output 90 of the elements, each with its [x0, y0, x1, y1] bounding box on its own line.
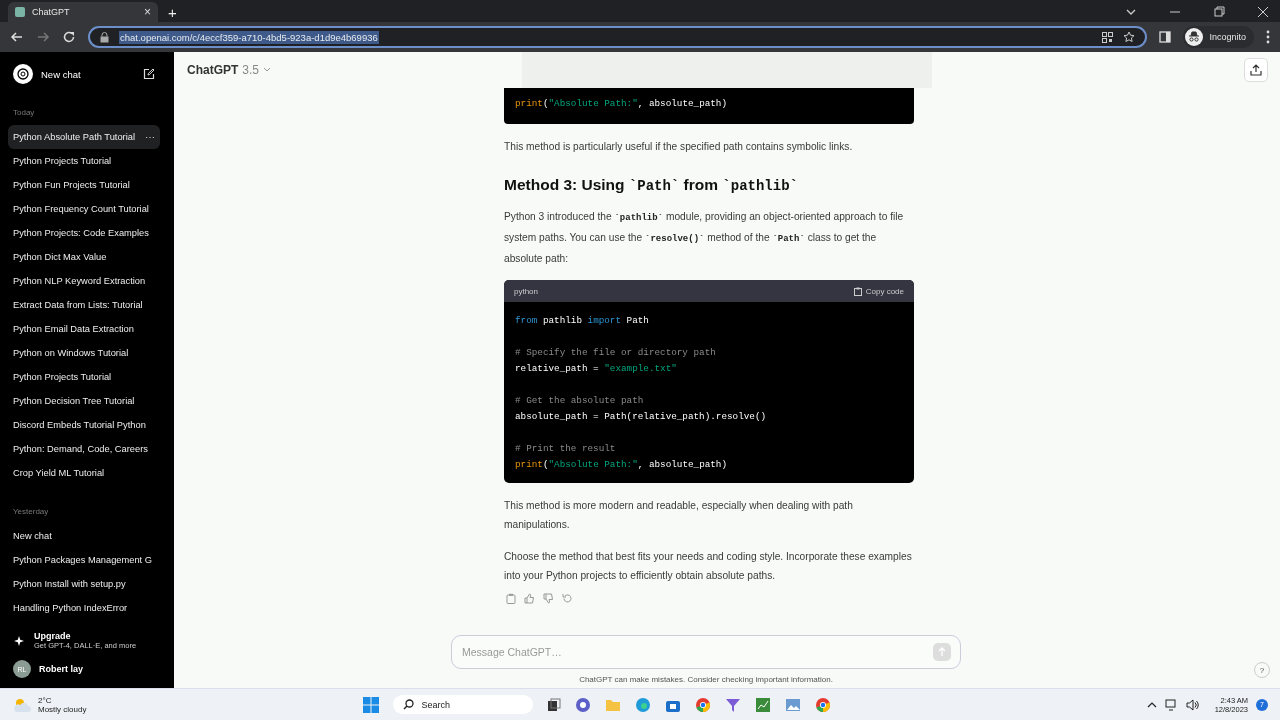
chat-history-item[interactable]: Python Email Data Extraction [8, 317, 160, 341]
incognito-icon [1185, 28, 1204, 46]
chat-history-item[interactable]: Python NLP Keyword Extraction [8, 269, 160, 293]
chat-logo-icon [13, 64, 33, 84]
chart-app-icon[interactable] [754, 696, 771, 713]
chat-history-item[interactable]: Python Packages Management G [8, 548, 160, 572]
new-tab-button[interactable]: + [168, 4, 177, 22]
incognito-profile-button[interactable]: Incognito [1183, 26, 1254, 48]
close-icon[interactable] [1257, 6, 1269, 18]
temperature: 2°C [38, 695, 53, 705]
browser-app-icon[interactable] [634, 696, 651, 713]
paragraph: This method is particularly useful if the specified path contains symbolic links. [504, 140, 854, 154]
sparkle-icon [14, 635, 24, 646]
copy-code-button[interactable]: Copy code [853, 286, 904, 296]
close-tab-button[interactable]: × [144, 6, 151, 18]
code-line: # Get the absolute path [515, 394, 645, 408]
chrome-app-icon[interactable] [814, 696, 831, 713]
chat-history-item[interactable]: Python Dict Max Value [8, 245, 160, 269]
code-line: relative_path = "example.txt" [515, 362, 678, 376]
section-heading: Method 3: Using `Path` from `pathlib` [504, 176, 799, 194]
speaker-icon[interactable] [1185, 698, 1199, 711]
chrome-app-icon[interactable] [694, 696, 711, 713]
share-button[interactable] [1244, 58, 1268, 82]
image-app-icon[interactable] [784, 696, 801, 713]
chat-history-item[interactable]: Python Projects: Code Examples [8, 221, 160, 245]
chat-app-icon[interactable] [574, 696, 591, 713]
paragraph: Choose the method that best fits your needs and coding style. Incorporate these examples into your Python projects to efficiently obtain absolute paths. [504, 550, 913, 583]
qr-code-icon[interactable] [1102, 31, 1114, 43]
weather-description: Mostly cloudy [38, 704, 87, 714]
address-bar[interactable]: chat.openai.com/c/4eccf359-a710-4bd5-923a-d1d9e4b69936 [88, 26, 1148, 48]
chevron-down-icon [263, 67, 272, 73]
search-icon [402, 699, 414, 710]
network-icon[interactable] [1164, 698, 1178, 711]
user-name: Robert lay [39, 664, 83, 674]
group-label: Today [12, 107, 36, 119]
restore-icon[interactable] [1213, 6, 1225, 18]
task-view-icon[interactable] [546, 697, 561, 712]
chat-history-item[interactable]: Discord Embeds Tutorial Python [8, 413, 160, 437]
group-label: Yesterday [12, 506, 50, 518]
code-language: python [514, 286, 540, 296]
chevron-up-icon[interactable] [1146, 700, 1157, 709]
lock-icon [100, 31, 109, 43]
chat-history-item[interactable]: Python Projects Tutorial [8, 149, 160, 173]
chat-history-item[interactable]: Python Decision Tree Tutorial [8, 389, 160, 413]
start-icon[interactable] [362, 696, 379, 713]
new-chat-button[interactable]: New chat [8, 60, 160, 88]
side-panel-icon[interactable] [1159, 31, 1172, 43]
model-selector[interactable]: ChatGPT 3.5 [174, 63, 272, 77]
disclaimer-text: ChatGPT can make mistakes. Consider checking important information. [579, 675, 833, 684]
clipboard-icon [853, 286, 862, 296]
chat-history-item[interactable]: Python Projects Tutorial [8, 365, 160, 389]
paragraph: Python 3 introduced the `pathlib` module, providing an object-oriented approach to file system paths. You can use the `resolve()` method of the `Path` class to get the absolute path: [504, 210, 905, 266]
forward-icon[interactable] [36, 30, 50, 44]
chat-history-item[interactable]: Python Frequency Count Tutorial [8, 197, 160, 221]
funnel-app-icon[interactable] [724, 696, 741, 713]
upgrade-title: Upgrade [34, 631, 72, 641]
chat-history-item[interactable]: Python Fun Projects Tutorial [8, 173, 160, 197]
message-input[interactable]: Message ChatGPT… [451, 635, 961, 669]
browser-tab[interactable]: ChatGPT × [8, 2, 158, 22]
paragraph: This method is more modern and readable, especially when dealing with path manipulations. [504, 499, 854, 532]
more-menu-icon[interactable] [1266, 30, 1270, 44]
code-line: # Print the result [515, 442, 617, 456]
edit-icon [143, 68, 155, 80]
chat-logo-icon [15, 7, 25, 17]
chat-history-item[interactable]: Handling Python IndexError [8, 596, 160, 620]
chat-history-item[interactable]: New chat [8, 524, 160, 548]
copy-icon[interactable] [506, 593, 516, 604]
code-line: absolute_path = Path(relative_path).resolve() [515, 410, 768, 424]
upload-icon [1250, 64, 1262, 76]
code-line: print("Absolute Path:", absolute_path) [515, 458, 729, 472]
more-options-button[interactable]: ⋯ [145, 131, 155, 143]
taskbar-search[interactable]: Search [392, 695, 533, 714]
cloud-sun-icon [12, 696, 32, 713]
arrow-up-icon [938, 647, 946, 657]
url-text: chat.openai.com/c/4eccf359-a710-4bd5-923a-d1d9e4b69936 [119, 30, 379, 44]
chat-history-item[interactable]: Python: Demand, Code, Careers [8, 437, 160, 461]
star-icon[interactable] [1123, 31, 1136, 43]
chat-history-item[interactable]: Python Absolute Path Tutorial ⋯ [8, 125, 160, 149]
thumbs-up-icon[interactable] [524, 593, 535, 604]
code-line: print("Absolute Path:", absolute_path) [515, 97, 729, 111]
thumbs-down-icon[interactable] [543, 593, 554, 604]
reload-icon[interactable] [62, 30, 76, 44]
chat-history-item[interactable]: Extract Data from Lists: Tutorial [8, 293, 160, 317]
tab-title: ChatGPT [32, 7, 71, 17]
chat-history-item[interactable]: Crop Yield ML Tutorial [8, 461, 160, 485]
back-icon[interactable] [10, 30, 24, 44]
chat-history-item[interactable]: Python on Windows Tutorial [8, 341, 160, 365]
chat-history-item[interactable]: Python Install with setup.py [8, 572, 160, 596]
code-line: from pathlib import Path [515, 314, 650, 328]
code-line: # Specify the file or directory path [515, 346, 717, 360]
